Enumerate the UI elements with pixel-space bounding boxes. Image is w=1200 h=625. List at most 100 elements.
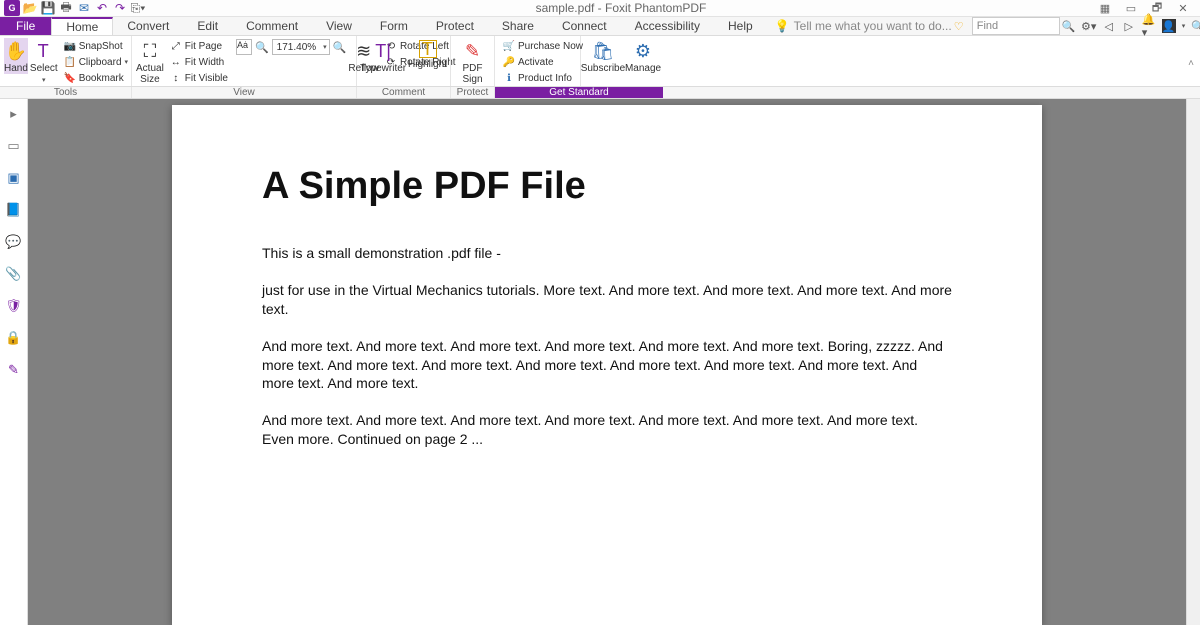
get-standard-banner[interactable]: Get Standard bbox=[495, 87, 663, 98]
fit-page-label: Fit Page bbox=[185, 41, 222, 52]
save-icon[interactable]: 💾 bbox=[40, 0, 56, 16]
hand-button[interactable]: ✋ Hand bbox=[4, 38, 28, 74]
find-input[interactable]: Find bbox=[972, 17, 1060, 35]
navigation-panel: ▸ ▭ ▣ 📘 💬 📎 🛡 🔒 ✎ bbox=[0, 99, 28, 625]
activate-label: Activate bbox=[518, 57, 554, 68]
subscribe-label: Subscribe bbox=[581, 63, 625, 74]
page-paragraph: This is a small demonstration .pdf file … bbox=[262, 244, 952, 263]
pages-panel-icon[interactable]: ▭ bbox=[5, 137, 23, 155]
attachments-panel-icon[interactable]: 📎 bbox=[5, 265, 23, 283]
actual-size-button[interactable]: ⛶ Actual Size bbox=[136, 38, 164, 85]
layers-panel-icon[interactable]: ▣ bbox=[5, 169, 23, 187]
select-button[interactable]: Ꭲ Select▾ bbox=[30, 38, 58, 86]
group-label-tools: Tools bbox=[0, 87, 132, 98]
clipboard-icon: 📋 bbox=[64, 56, 76, 68]
grid-icon[interactable]: ▦ bbox=[1096, 1, 1114, 15]
close-button[interactable]: ✕ bbox=[1174, 1, 1192, 15]
security-panel-icon[interactable]: 🛡 bbox=[5, 297, 23, 315]
redo-icon[interactable]: ↷ bbox=[112, 0, 128, 16]
purchase-button[interactable]: 🛒Purchase Now bbox=[499, 39, 587, 53]
tell-me[interactable]: 💡 Tell me what you want to do... bbox=[775, 17, 952, 35]
fit-width-icon: ↔ bbox=[170, 56, 182, 68]
document-area[interactable]: A Simple PDF File This is a small demons… bbox=[28, 99, 1186, 625]
workspace: ▸ ▭ ▣ 📘 💬 📎 🛡 🔒 ✎ A Simple PDF File This… bbox=[0, 99, 1200, 625]
fit-page-icon: ⤢ bbox=[170, 40, 182, 52]
title-bar: G 📂 💾 🖶 ✉ ↶ ↷ ⎘▾ sample.pdf - Foxit Phan… bbox=[0, 0, 1200, 17]
tab-comment[interactable]: Comment bbox=[232, 17, 312, 35]
snapshot-button[interactable]: 📷SnapShot bbox=[60, 39, 132, 53]
tab-form[interactable]: Form bbox=[366, 17, 422, 35]
tab-convert[interactable]: Convert bbox=[113, 17, 183, 35]
bookmark-button[interactable]: 🔖Bookmark bbox=[60, 71, 132, 85]
bookmark-icon: 🔖 bbox=[64, 72, 76, 84]
manage-button[interactable]: ⚙ Manage bbox=[625, 38, 661, 74]
next-icon[interactable]: ▷ bbox=[1122, 19, 1136, 33]
snapshot-label: SnapShot bbox=[79, 41, 123, 52]
subscribe-icon: 🛍 bbox=[592, 40, 614, 62]
typewriter-icon: T| bbox=[372, 40, 394, 62]
clipboard-button[interactable]: 📋Clipboard▾ bbox=[60, 55, 132, 69]
actual-size-label: Actual Size bbox=[136, 63, 164, 85]
tab-edit[interactable]: Edit bbox=[183, 17, 232, 35]
zoom-value: 171.40% bbox=[277, 42, 316, 53]
tab-protect[interactable]: Protect bbox=[422, 17, 488, 35]
clipboard-label: Clipboard bbox=[79, 57, 122, 68]
bookmarks-panel-icon[interactable]: 📘 bbox=[5, 201, 23, 219]
group-label-protect: Protect bbox=[451, 87, 495, 98]
tab-accessibility[interactable]: Accessibility bbox=[621, 17, 714, 35]
qat-more-icon[interactable]: ⎘▾ bbox=[130, 0, 146, 16]
hand-label: Hand bbox=[4, 63, 28, 74]
app-logo[interactable]: G bbox=[4, 0, 20, 16]
tab-view[interactable]: View bbox=[312, 17, 366, 35]
fit-visible-button[interactable]: ↕Fit Visible bbox=[166, 71, 232, 85]
tab-file[interactable]: File bbox=[0, 17, 51, 35]
pdf-sign-button[interactable]: ✎ PDF Sign bbox=[455, 38, 490, 85]
print-icon[interactable]: 🖶 bbox=[58, 0, 74, 16]
open-icon[interactable]: 📂 bbox=[22, 0, 38, 16]
info-icon: ℹ bbox=[503, 72, 515, 84]
zoom-input[interactable]: 171.40%▾ bbox=[272, 39, 330, 55]
purchase-label: Purchase Now bbox=[518, 41, 583, 52]
collapse-ribbon-button[interactable]: ˄ bbox=[1188, 58, 1194, 69]
comments-panel-icon[interactable]: 💬 bbox=[5, 233, 23, 251]
expand-panel-button[interactable]: ▸ bbox=[5, 105, 23, 123]
tab-help[interactable]: Help bbox=[714, 17, 767, 35]
signatures-panel-icon[interactable]: 🔒 bbox=[5, 329, 23, 347]
actual-size-icon: ⛶ bbox=[139, 40, 161, 62]
qat: G 📂 💾 🖶 ✉ ↶ ↷ ⎘▾ bbox=[0, 0, 146, 16]
pdf-page: A Simple PDF File This is a small demons… bbox=[172, 105, 1042, 625]
user-dropdown[interactable]: ▾ bbox=[1182, 22, 1186, 30]
email-icon[interactable]: ✉ bbox=[76, 0, 92, 16]
text-size-icon[interactable]: Aȧ bbox=[236, 39, 252, 55]
prev-icon[interactable]: ◁ bbox=[1102, 19, 1116, 33]
bell-icon[interactable]: 🔔▾ bbox=[1142, 19, 1156, 33]
tab-connect[interactable]: Connect bbox=[548, 17, 621, 35]
tell-me-text: Tell me what you want to do... bbox=[794, 19, 952, 33]
bookmark-label: Bookmark bbox=[79, 73, 124, 84]
articles-panel-icon[interactable]: ✎ bbox=[5, 361, 23, 379]
user-icon[interactable]: 👤 bbox=[1162, 19, 1176, 33]
favorite-icon[interactable]: ♡ bbox=[952, 19, 966, 33]
zoom-out-icon[interactable]: 🔍 bbox=[255, 41, 269, 54]
undo-icon[interactable]: ↶ bbox=[94, 0, 110, 16]
select-label: Select▾ bbox=[30, 63, 58, 86]
page-paragraph: And more text. And more text. And more t… bbox=[262, 411, 952, 449]
menu-bar: File Home Convert Edit Comment View Form… bbox=[0, 17, 1200, 36]
vertical-scrollbar[interactable] bbox=[1186, 99, 1200, 625]
search-global-icon[interactable]: 🔍 bbox=[1191, 19, 1200, 33]
activate-button[interactable]: 🔑Activate bbox=[499, 55, 587, 69]
fit-width-button[interactable]: ↔Fit Width bbox=[166, 55, 232, 69]
zoom-in-icon[interactable]: 🔍 bbox=[333, 41, 347, 54]
minimize-button[interactable]: ▭ bbox=[1122, 1, 1140, 15]
product-info-button[interactable]: ℹProduct Info bbox=[499, 71, 587, 85]
group-label-comment: Comment bbox=[357, 87, 451, 98]
tab-share[interactable]: Share bbox=[488, 17, 548, 35]
highlight-button[interactable]: T Highlight bbox=[408, 38, 447, 70]
window-title: sample.pdf - Foxit PhantomPDF bbox=[146, 1, 1096, 15]
fit-page-button[interactable]: ⤢Fit Page bbox=[166, 39, 232, 53]
subscribe-button[interactable]: 🛍 Subscribe bbox=[583, 38, 623, 74]
find-search-icon[interactable]: 🔍 bbox=[1062, 19, 1076, 33]
tab-home[interactable]: Home bbox=[51, 17, 113, 35]
settings-icon[interactable]: ⚙▾ bbox=[1082, 19, 1096, 33]
typewriter-button[interactable]: T| Typewriter bbox=[360, 38, 406, 74]
